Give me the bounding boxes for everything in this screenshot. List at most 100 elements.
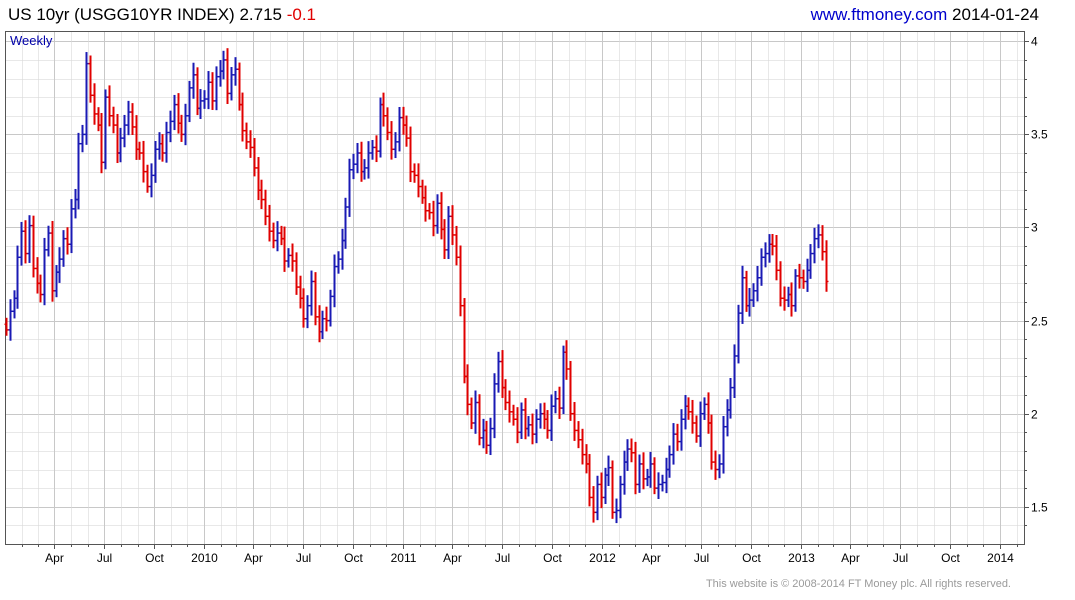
- ohlc-bar: [637, 454, 642, 493]
- ohlc-bar: [157, 132, 162, 160]
- ohlc-bar: [309, 270, 314, 316]
- ohlc-bar: [713, 450, 718, 480]
- ohlc-bar: [332, 254, 337, 308]
- ohlc-bar: [614, 498, 619, 524]
- ohlc-bar: [782, 286, 787, 311]
- ohlc-bar: [515, 407, 520, 444]
- x-tick-label: Oct: [941, 551, 960, 565]
- ohlc-bar: [126, 100, 131, 136]
- ohlc-bar: [351, 153, 356, 180]
- ohlc-bar: [46, 225, 51, 257]
- ohlc-bar: [149, 163, 154, 198]
- ohlc-bar: [374, 135, 379, 163]
- ohlc-bar: [564, 340, 569, 380]
- ohlc-bar: [80, 124, 85, 153]
- ohlc-bar: [145, 164, 150, 193]
- ohlc-bar: [721, 416, 726, 474]
- ohlc-bar: [469, 397, 474, 430]
- ohlc-bar: [279, 225, 284, 246]
- ohlc-bar: [454, 225, 459, 266]
- ohlc-bar: [824, 240, 829, 292]
- ohlc-bar: [404, 115, 409, 147]
- ohlc-bar: [820, 225, 825, 261]
- ohlc-bar: [92, 83, 97, 125]
- ohlc-bar: [290, 243, 295, 272]
- ohlc-bar: [530, 413, 535, 445]
- ohlc-bar: [160, 134, 165, 162]
- ohlc-bar: [500, 350, 505, 398]
- ohlc-bar: [801, 269, 806, 289]
- ohlc-bar: [183, 103, 188, 146]
- ohlc-bar: [542, 402, 547, 430]
- ohlc-bar: [370, 140, 375, 160]
- ohlc-bar: [538, 403, 543, 429]
- x-tick-label: Apr: [244, 551, 263, 565]
- x-tick-label: Apr: [642, 551, 661, 565]
- ohlc-bar: [73, 188, 78, 219]
- ohlc-bar: [503, 379, 508, 411]
- ohlc-bar: [481, 418, 486, 449]
- ohlc-bar: [198, 89, 203, 119]
- ohlc-bar: [221, 50, 226, 80]
- ohlc-bar: [298, 275, 303, 309]
- ohlc-bar: [591, 486, 596, 523]
- x-tick-label: Apr: [45, 551, 64, 565]
- ohlc-bar: [492, 373, 497, 439]
- copyright-notice: This website is © 2008-2014 FT Money plc…: [705, 578, 1011, 590]
- ohlc-bar: [343, 197, 348, 249]
- ohlc-bar: [694, 415, 699, 443]
- ohlc-bar: [690, 399, 695, 434]
- ohlc-bar: [206, 71, 211, 110]
- y-tick-label: 1.5: [1031, 501, 1048, 515]
- ohlc-bar: [702, 397, 707, 420]
- ohlc-bar: [305, 295, 310, 329]
- ohlc-bar: [8, 299, 13, 341]
- ohlc-bar: [237, 62, 242, 111]
- x-axis: Apr Jul Oct 2010 Apr Jul Oct 2011 Apr Jul Oct 2012 A…: [22, 544, 1018, 565]
- ohlc-bar: [725, 399, 730, 437]
- ohlc-bar: [65, 227, 70, 255]
- ohlc-bar: [401, 106, 406, 135]
- x-tick-label: Oct: [145, 551, 164, 565]
- ohlc-bar: [416, 163, 421, 198]
- x-tick-label: Jul: [97, 551, 112, 565]
- ohlc-bar: [561, 345, 566, 415]
- ohlc-bar: [576, 421, 581, 449]
- x-tick-label: Oct: [543, 551, 562, 565]
- ohlc-bar: [172, 94, 177, 131]
- ohlc-bar: [431, 200, 436, 237]
- ohlc-bar: [225, 48, 230, 105]
- ohlc-bar: [355, 142, 360, 174]
- ohlc-bar: [736, 304, 741, 364]
- ohlc-bar: [96, 107, 101, 132]
- ohlc-bar: [397, 107, 402, 152]
- ohlc-bar: [496, 351, 501, 393]
- ohlc-bar: [786, 286, 791, 308]
- x-tick-label: 2014: [987, 551, 1014, 565]
- ohlc-bar: [587, 454, 592, 507]
- x-tick-label: 2010: [191, 551, 218, 565]
- ohlc-bar: [812, 227, 817, 264]
- period-label: Weekly: [10, 33, 53, 48]
- ohlc-bar: [797, 263, 802, 289]
- ohlc-bar: [324, 306, 329, 332]
- ohlc-bar: [629, 438, 634, 463]
- ohlc-bar: [256, 157, 261, 201]
- ohlc-bar: [519, 402, 524, 439]
- ohlc-bar: [54, 265, 59, 298]
- ohlc-bar: [12, 290, 17, 319]
- ohlc-bar: [50, 220, 55, 302]
- ohlc-bar: [122, 114, 127, 148]
- ohlc-bar: [458, 245, 463, 317]
- ohlc-bar: [572, 402, 577, 441]
- ohlc-bar: [294, 252, 299, 295]
- ohlc-bar: [320, 310, 325, 339]
- x-tick-label: Jul: [694, 551, 709, 565]
- ohlc-bar: [259, 179, 264, 210]
- ohlc-bar: [664, 457, 669, 494]
- ohlc-bar: [191, 62, 196, 99]
- ohlc-bar: [477, 394, 482, 446]
- y-tick-label: 3.5: [1031, 128, 1048, 142]
- ohlc-bar: [759, 248, 764, 286]
- ohlc-bar: [793, 269, 798, 312]
